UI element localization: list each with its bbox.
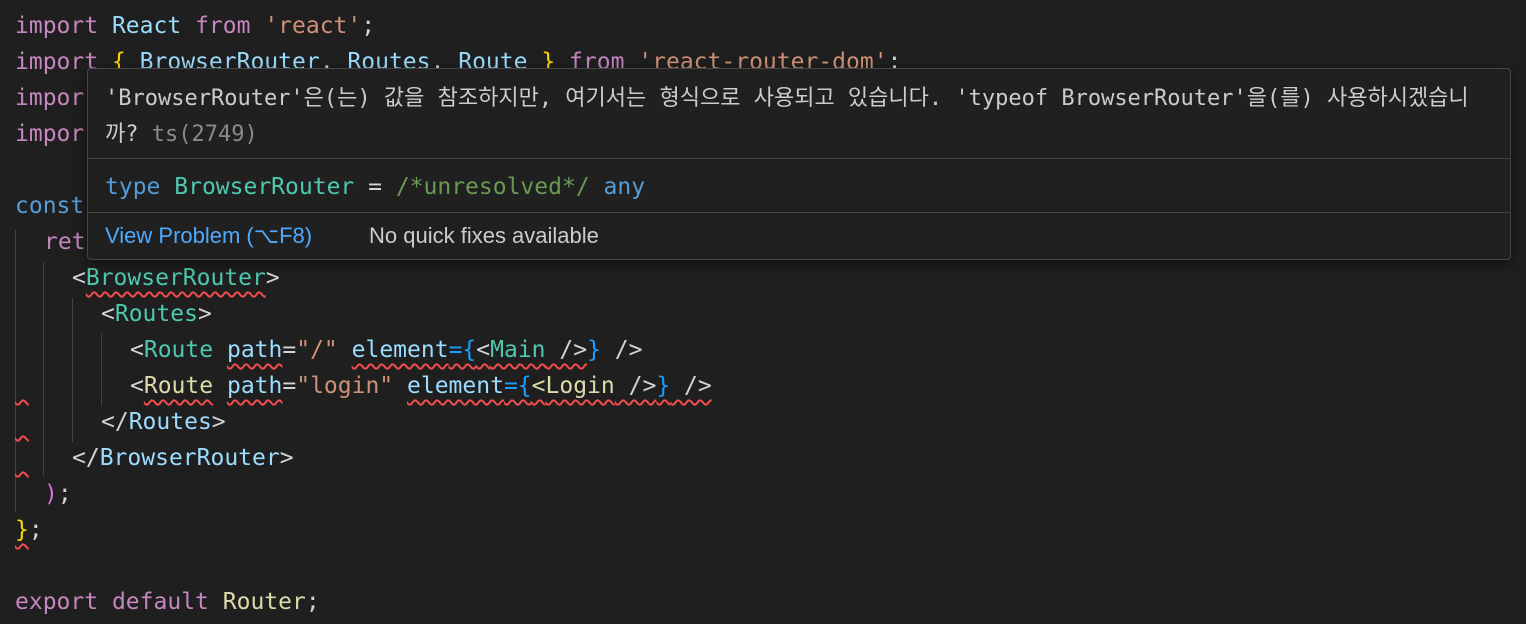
code-line-3: impor bbox=[15, 85, 85, 111]
error-code: ts(2749) bbox=[151, 122, 258, 147]
code-line-9: <Routes> bbox=[101, 301, 212, 327]
code-line-4: impor bbox=[15, 121, 85, 147]
error-squiggle bbox=[15, 440, 303, 476]
code-line-8: <BrowserRouter> bbox=[72, 265, 280, 291]
code-line-14: ); bbox=[44, 481, 72, 507]
view-problem-link[interactable]: View Problem (⌥F8) bbox=[105, 223, 312, 249]
code-line-1: import React from 'react'; bbox=[15, 13, 376, 39]
code-line-6: const bbox=[15, 193, 85, 219]
error-squiggle bbox=[15, 368, 115, 404]
code-line-11: <Route path="login" element={<Login />} … bbox=[130, 373, 712, 399]
error-message-text: 'BrowserRouter'은(는) 값을 참조하지만, 여기서는 형식으로 … bbox=[105, 86, 1469, 147]
code-line-7: ret bbox=[44, 229, 86, 255]
type-signature: type BrowserRouter = /*unresolved*/ any bbox=[105, 174, 646, 200]
divider bbox=[88, 158, 1510, 159]
code-line-10: <Route path="/" element={<Main />} /> bbox=[130, 337, 643, 363]
error-squiggle bbox=[15, 404, 230, 440]
no-quick-fixes-label: No quick fixes available bbox=[369, 223, 599, 248]
hover-status-bar: View Problem (⌥F8) No quick fixes availa… bbox=[88, 213, 1510, 259]
code-line-15: }; bbox=[15, 517, 43, 543]
code-line-17: export default Router; bbox=[15, 589, 320, 615]
error-hover-widget: 'BrowserRouter'은(는) 값을 참조하지만, 여기서는 형식으로 … bbox=[87, 68, 1511, 260]
error-message: 'BrowserRouter'은(는) 값을 참조하지만, 여기서는 형식으로 … bbox=[105, 81, 1495, 153]
